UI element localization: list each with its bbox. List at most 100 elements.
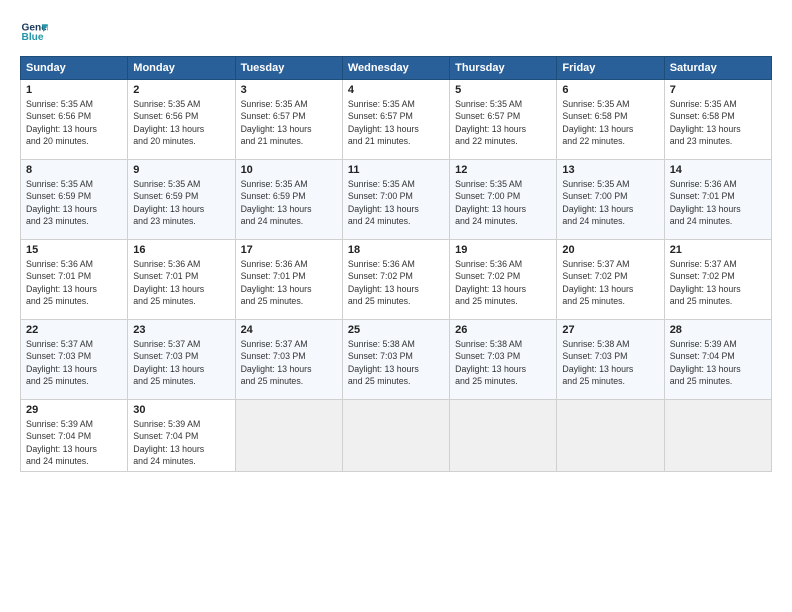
calendar-cell: 16 Sunrise: 5:36 AMSunset: 7:01 PMDayligh… (128, 240, 235, 320)
day-info: Sunrise: 5:35 AMSunset: 6:56 PMDaylight:… (26, 98, 122, 147)
calendar-cell: 13 Sunrise: 5:35 AMSunset: 7:00 PMDayligh… (557, 160, 664, 240)
day-number: 7 (670, 84, 766, 96)
day-number: 16 (133, 244, 229, 256)
day-number: 20 (562, 244, 658, 256)
day-number: 3 (241, 84, 337, 96)
day-info: Sunrise: 5:36 AMSunset: 7:01 PMDaylight:… (241, 258, 337, 307)
day-header-wednesday: Wednesday (342, 57, 449, 80)
day-info: Sunrise: 5:35 AMSunset: 6:58 PMDaylight:… (670, 98, 766, 147)
day-header-friday: Friday (557, 57, 664, 80)
calendar-cell: 2 Sunrise: 5:35 AMSunset: 6:56 PMDaylight… (128, 80, 235, 160)
day-number: 24 (241, 324, 337, 336)
day-header-monday: Monday (128, 57, 235, 80)
calendar-cell: 17 Sunrise: 5:36 AMSunset: 7:01 PMDayligh… (235, 240, 342, 320)
calendar-week-2: 8 Sunrise: 5:35 AMSunset: 6:59 PMDaylight… (21, 160, 772, 240)
day-info: Sunrise: 5:38 AMSunset: 7:03 PMDaylight:… (455, 338, 551, 387)
calendar-cell: 29Sunrise: 5:39 AMSunset: 7:04 PMDayligh… (21, 400, 128, 472)
calendar-week-1: 1 Sunrise: 5:35 AMSunset: 6:56 PMDaylight… (21, 80, 772, 160)
day-info: Sunrise: 5:39 AMSunset: 7:04 PMDaylight:… (133, 418, 229, 467)
day-info: Sunrise: 5:38 AMSunset: 7:03 PMDaylight:… (348, 338, 444, 387)
calendar-cell: 9 Sunrise: 5:35 AMSunset: 6:59 PMDaylight… (128, 160, 235, 240)
day-number: 12 (455, 164, 551, 176)
day-info: Sunrise: 5:36 AMSunset: 7:01 PMDaylight:… (133, 258, 229, 307)
day-number: 19 (455, 244, 551, 256)
day-number: 30 (133, 404, 229, 416)
day-number: 13 (562, 164, 658, 176)
calendar-week-3: 15 Sunrise: 5:36 AMSunset: 7:01 PMDayligh… (21, 240, 772, 320)
day-number: 22 (26, 324, 122, 336)
day-info: Sunrise: 5:39 AMSunset: 7:04 PMDaylight:… (26, 418, 122, 467)
day-info: Sunrise: 5:35 AMSunset: 6:59 PMDaylight:… (133, 178, 229, 227)
day-info: Sunrise: 5:37 AMSunset: 7:02 PMDaylight:… (562, 258, 658, 307)
calendar-week-4: 22 Sunrise: 5:37 AMSunset: 7:03 PMDayligh… (21, 320, 772, 400)
calendar-cell: 26 Sunrise: 5:38 AMSunset: 7:03 PMDayligh… (450, 320, 557, 400)
day-info: Sunrise: 5:35 AMSunset: 7:00 PMDaylight:… (348, 178, 444, 227)
calendar-cell: 25 Sunrise: 5:38 AMSunset: 7:03 PMDayligh… (342, 320, 449, 400)
day-info: Sunrise: 5:36 AMSunset: 7:01 PMDaylight:… (26, 258, 122, 307)
day-header-thursday: Thursday (450, 57, 557, 80)
day-number: 23 (133, 324, 229, 336)
calendar-cell (235, 400, 342, 472)
calendar-cell: 12 Sunrise: 5:35 AMSunset: 7:00 PMDayligh… (450, 160, 557, 240)
day-number: 8 (26, 164, 122, 176)
day-info: Sunrise: 5:35 AMSunset: 7:00 PMDaylight:… (562, 178, 658, 227)
day-number: 26 (455, 324, 551, 336)
day-number: 17 (241, 244, 337, 256)
day-number: 1 (26, 84, 122, 96)
day-number: 6 (562, 84, 658, 96)
calendar-cell: 30 Sunrise: 5:39 AMSunset: 7:04 PMDayligh… (128, 400, 235, 472)
day-info: Sunrise: 5:36 AMSunset: 7:02 PMDaylight:… (455, 258, 551, 307)
day-info: Sunrise: 5:37 AMSunset: 7:03 PMDaylight:… (133, 338, 229, 387)
calendar-cell: 14 Sunrise: 5:36 AMSunset: 7:01 PMDayligh… (664, 160, 771, 240)
day-info: Sunrise: 5:35 AMSunset: 6:57 PMDaylight:… (241, 98, 337, 147)
day-number: 14 (670, 164, 766, 176)
day-info: Sunrise: 5:36 AMSunset: 7:02 PMDaylight:… (348, 258, 444, 307)
calendar-cell: 6 Sunrise: 5:35 AMSunset: 6:58 PMDaylight… (557, 80, 664, 160)
day-info: Sunrise: 5:35 AMSunset: 6:59 PMDaylight:… (26, 178, 122, 227)
calendar-week-5: 29Sunrise: 5:39 AMSunset: 7:04 PMDayligh… (21, 400, 772, 472)
calendar-cell (342, 400, 449, 472)
calendar-cell: 18 Sunrise: 5:36 AMSunset: 7:02 PMDayligh… (342, 240, 449, 320)
calendar-table: SundayMondayTuesdayWednesdayThursdayFrid… (20, 56, 772, 472)
day-headers: SundayMondayTuesdayWednesdayThursdayFrid… (21, 57, 772, 80)
day-info: Sunrise: 5:37 AMSunset: 7:03 PMDaylight:… (26, 338, 122, 387)
calendar-cell: 27 Sunrise: 5:38 AMSunset: 7:03 PMDayligh… (557, 320, 664, 400)
day-info: Sunrise: 5:36 AMSunset: 7:01 PMDaylight:… (670, 178, 766, 227)
calendar-cell: 23 Sunrise: 5:37 AMSunset: 7:03 PMDayligh… (128, 320, 235, 400)
day-info: Sunrise: 5:35 AMSunset: 6:57 PMDaylight:… (455, 98, 551, 147)
calendar-cell: 19 Sunrise: 5:36 AMSunset: 7:02 PMDayligh… (450, 240, 557, 320)
day-info: Sunrise: 5:35 AMSunset: 6:58 PMDaylight:… (562, 98, 658, 147)
day-info: Sunrise: 5:35 AMSunset: 6:56 PMDaylight:… (133, 98, 229, 147)
day-info: Sunrise: 5:37 AMSunset: 7:03 PMDaylight:… (241, 338, 337, 387)
day-info: Sunrise: 5:38 AMSunset: 7:03 PMDaylight:… (562, 338, 658, 387)
day-number: 25 (348, 324, 444, 336)
calendar-cell: 4Sunrise: 5:35 AMSunset: 6:57 PMDaylight… (342, 80, 449, 160)
calendar-cell: 11 Sunrise: 5:35 AMSunset: 7:00 PMDayligh… (342, 160, 449, 240)
calendar-cell: 8 Sunrise: 5:35 AMSunset: 6:59 PMDaylight… (21, 160, 128, 240)
calendar-cell: 21Sunrise: 5:37 AMSunset: 7:02 PMDayligh… (664, 240, 771, 320)
day-info: Sunrise: 5:35 AMSunset: 6:57 PMDaylight:… (348, 98, 444, 147)
day-number: 18 (348, 244, 444, 256)
calendar-cell: 20 Sunrise: 5:37 AMSunset: 7:02 PMDayligh… (557, 240, 664, 320)
calendar-cell: 28Sunrise: 5:39 AMSunset: 7:04 PMDayligh… (664, 320, 771, 400)
day-header-saturday: Saturday (664, 57, 771, 80)
calendar-cell: 5Sunrise: 5:35 AMSunset: 6:57 PMDaylight… (450, 80, 557, 160)
day-number: 15 (26, 244, 122, 256)
day-number: 10 (241, 164, 337, 176)
calendar-cell: 3 Sunrise: 5:35 AMSunset: 6:57 PMDaylight… (235, 80, 342, 160)
header: General Blue (20, 18, 772, 46)
day-number: 2 (133, 84, 229, 96)
day-number: 21 (670, 244, 766, 256)
day-info: Sunrise: 5:35 AMSunset: 7:00 PMDaylight:… (455, 178, 551, 227)
day-number: 27 (562, 324, 658, 336)
day-header-sunday: Sunday (21, 57, 128, 80)
day-header-tuesday: Tuesday (235, 57, 342, 80)
calendar-cell (664, 400, 771, 472)
calendar-cell: 24 Sunrise: 5:37 AMSunset: 7:03 PMDayligh… (235, 320, 342, 400)
svg-text:Blue: Blue (22, 32, 44, 43)
calendar-cell (450, 400, 557, 472)
day-number: 9 (133, 164, 229, 176)
logo-icon: General Blue (20, 18, 48, 46)
day-number: 11 (348, 164, 444, 176)
calendar-cell: 15 Sunrise: 5:36 AMSunset: 7:01 PMDayligh… (21, 240, 128, 320)
